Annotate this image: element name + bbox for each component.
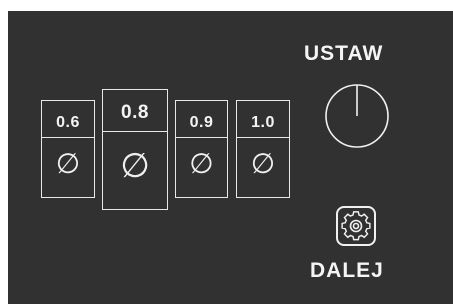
card-divider xyxy=(42,137,94,138)
diameter-icon: ∅ xyxy=(189,147,214,180)
nozzle-card-1-0[interactable]: 1.0 ∅ xyxy=(236,100,290,198)
card-divider xyxy=(176,137,227,138)
nozzle-card-0-9[interactable]: 0.9 ∅ xyxy=(175,100,228,198)
nozzle-size-label: 0.8 xyxy=(121,102,149,123)
set-label: USTAW xyxy=(304,42,384,65)
nozzle-selection-screen: 0.6 ∅ 0.8 ∅ 0.9 ∅ 1.0 ∅ USTAW DALEJ xyxy=(8,11,453,304)
gear-icon[interactable] xyxy=(335,205,377,247)
next-label[interactable]: DALEJ xyxy=(310,259,384,283)
diameter-icon: ∅ xyxy=(250,147,276,180)
card-divider xyxy=(103,131,167,132)
nozzle-card-0-8[interactable]: 0.8 ∅ xyxy=(102,89,168,210)
diameter-icon: ∅ xyxy=(120,146,150,186)
dial-knob-icon[interactable] xyxy=(322,81,392,151)
nozzle-size-label: 0.9 xyxy=(189,114,214,131)
nozzle-size-label: 0.6 xyxy=(56,114,80,131)
card-divider xyxy=(237,137,289,138)
nozzle-size-label: 1.0 xyxy=(251,114,275,131)
nozzle-card-0-6[interactable]: 0.6 ∅ xyxy=(41,100,95,198)
diameter-icon: ∅ xyxy=(55,147,81,180)
